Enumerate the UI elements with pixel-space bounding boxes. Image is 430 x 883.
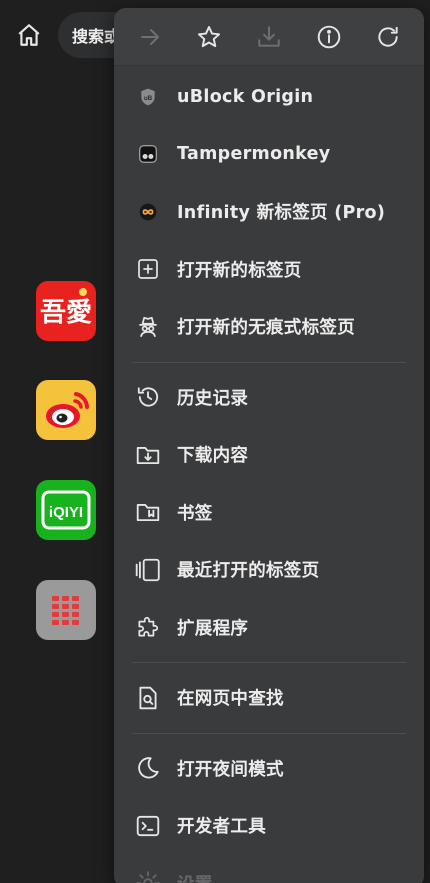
- shortcut-iqiyi-label: iQIYI: [49, 504, 83, 521]
- menu-item-label: 历史记录: [177, 388, 249, 409]
- home-icon: [18, 24, 40, 46]
- menu-item-label: Tampermonkey: [177, 144, 331, 165]
- menu-item-new-tab[interactable]: 打开新的标签页: [114, 241, 424, 299]
- night-mode-icon: [134, 754, 162, 782]
- recent-tabs-icon: [134, 556, 162, 584]
- menu-item-ublock[interactable]: uB uBlock Origin: [114, 68, 424, 126]
- new-tab-icon: [134, 255, 162, 283]
- menu-item-recent-tabs[interactable]: 最近打开的标签页: [114, 541, 424, 599]
- overflow-menu: uB uBlock Origin Tampermonkey Infinity 新…: [114, 8, 424, 883]
- menu-item-label: 打开新的标签页: [177, 260, 302, 281]
- page-info-button[interactable]: [307, 15, 351, 59]
- menu-item-night-mode[interactable]: 打开夜间模式: [114, 740, 424, 798]
- shortcut-52pojie[interactable]: 吾愛: [36, 281, 96, 341]
- menu-item-label: uBlock Origin: [177, 86, 314, 107]
- shortcut-iqiyi[interactable]: iQIYI: [36, 480, 96, 540]
- weibo-icon: [46, 392, 89, 428]
- svg-text:uB: uB: [144, 95, 153, 102]
- app-folder-icon: [52, 596, 79, 625]
- menu-item-history[interactable]: 历史记录: [114, 369, 424, 427]
- menu-item-find-in-page[interactable]: 在网页中查找: [114, 669, 424, 727]
- menu-item-extensions[interactable]: 扩展程序: [114, 599, 424, 657]
- menu-toolbar: [114, 8, 424, 66]
- find-in-page-icon: [134, 684, 162, 712]
- menu-item-label: 打开夜间模式: [177, 759, 284, 780]
- reload-icon: [378, 26, 398, 47]
- forward-icon: [140, 28, 159, 45]
- incognito-icon: [134, 313, 162, 341]
- history-icon: [134, 383, 162, 411]
- settings-icon: [134, 869, 162, 883]
- address-bar-text: 搜索或: [72, 27, 121, 46]
- menu-divider: [132, 361, 406, 363]
- reload-button[interactable]: [366, 15, 410, 59]
- infinity-icon: [134, 198, 162, 226]
- menu-item-label: 开发者工具: [177, 817, 266, 838]
- star-icon: [198, 25, 221, 47]
- download-button[interactable]: [247, 15, 291, 59]
- menu-item-tampermonkey[interactable]: Tampermonkey: [114, 126, 424, 184]
- menu-item-label: 扩展程序: [177, 618, 249, 639]
- menu-item-incognito-tab[interactable]: 打开新的无痕式标签页: [114, 298, 424, 356]
- bookmark-star-button[interactable]: [187, 15, 231, 59]
- menu-item-dev-tools[interactable]: 开发者工具: [114, 797, 424, 855]
- menu-item-label: 下载内容: [177, 446, 249, 467]
- menu-item-label: 最近打开的标签页: [177, 561, 320, 582]
- info-icon: [317, 25, 340, 48]
- menu-item-settings[interactable]: 设置: [114, 855, 424, 883]
- home-button[interactable]: [12, 18, 46, 52]
- bookmarks-icon: [134, 498, 162, 526]
- download-icon: [258, 25, 280, 47]
- shortcut-weibo[interactable]: [36, 380, 96, 440]
- menu-item-label: 书签: [177, 503, 213, 524]
- menu-item-label: 设置: [177, 871, 213, 883]
- menu-item-bookmarks[interactable]: 书签: [114, 484, 424, 542]
- extensions-icon: [134, 613, 162, 641]
- menu-item-infinity[interactable]: Infinity 新标签页 (Pro): [114, 183, 424, 241]
- menu-divider: [132, 732, 406, 734]
- downloads-icon: [134, 441, 162, 469]
- tampermonkey-icon: [134, 140, 162, 168]
- ublock-icon: uB: [134, 83, 162, 111]
- shortcut-52pojie-label: 吾愛: [40, 298, 92, 328]
- forward-button[interactable]: [128, 15, 172, 59]
- menu-item-label: 在网页中查找: [177, 689, 284, 710]
- menu-divider: [132, 662, 406, 663]
- shortcut-folder[interactable]: [36, 580, 96, 640]
- menu-item-label: 打开新的无痕式标签页: [177, 318, 355, 339]
- menu-item-downloads[interactable]: 下载内容: [114, 426, 424, 484]
- menu-item-label: Infinity 新标签页 (Pro): [177, 203, 386, 224]
- dev-tools-icon: [134, 812, 162, 840]
- menu-list: uB uBlock Origin Tampermonkey Infinity 新…: [114, 66, 424, 883]
